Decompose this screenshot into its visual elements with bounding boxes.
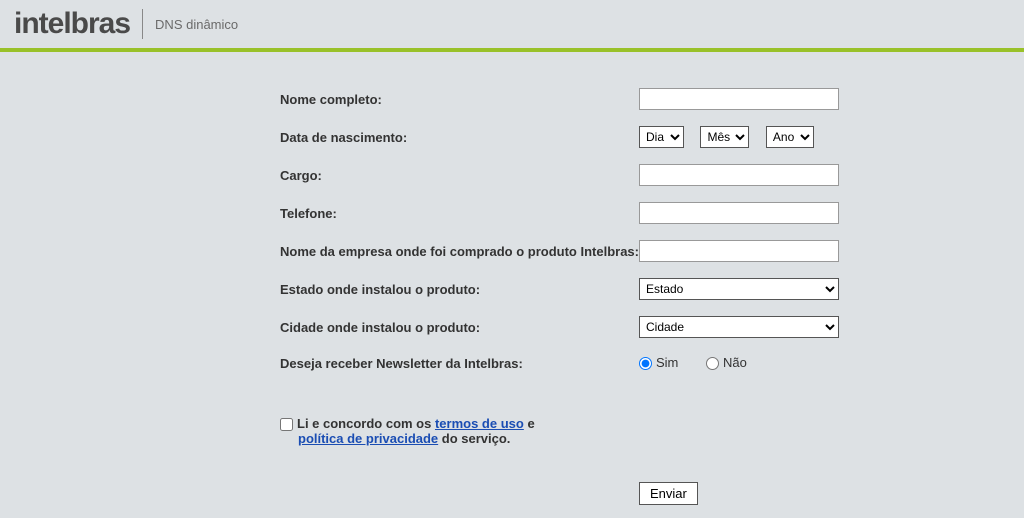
row-agree: Li e concordo com os termos de uso e pol… (280, 384, 839, 450)
label-empresa: Nome da empresa onde foi comprado o prod… (280, 236, 639, 266)
input-cargo[interactable] (639, 164, 839, 186)
label-nome: Nome completo: (280, 84, 639, 114)
checkbox-agree[interactable] (280, 418, 293, 431)
divider (142, 9, 143, 39)
radio-label-sim[interactable]: Sim (639, 355, 678, 370)
row-telefone: Telefone: (280, 198, 839, 228)
logo: intelbras (14, 7, 130, 41)
label-telefone: Telefone: (280, 198, 639, 228)
input-nome-completo[interactable] (639, 88, 839, 110)
link-politica-privacidade[interactable]: política de privacidade (298, 431, 438, 446)
row-cidade: Cidade onde instalou o produto: Cidade (280, 312, 839, 342)
row-submit: Enviar (280, 458, 839, 509)
label-cargo: Cargo: (280, 160, 639, 190)
radio-text-sim: Sim (656, 355, 678, 370)
row-estado: Estado onde instalou o produto: Estado (280, 274, 839, 304)
row-data-nascimento: Data de nascimento: Dia Mês Ano (280, 122, 839, 152)
row-cargo: Cargo: (280, 160, 839, 190)
link-termos-de-uso[interactable]: termos de uso (435, 416, 524, 431)
form-area: Nome completo: Data de nascimento: Dia M… (0, 52, 1024, 517)
label-estado: Estado onde instalou o produto: (280, 274, 639, 304)
row-nome: Nome completo: (280, 84, 839, 114)
agree-prefix: Li e concordo com os (297, 416, 435, 431)
radio-nao[interactable] (706, 357, 719, 370)
header: intelbras DNS dinâmico (0, 0, 1024, 52)
select-mes[interactable]: Mês (700, 126, 749, 148)
radio-label-nao[interactable]: Não (706, 355, 747, 370)
agree-middle: e (524, 416, 535, 431)
input-empresa[interactable] (639, 240, 839, 262)
label-data-nascimento: Data de nascimento: (280, 122, 639, 152)
form-table: Nome completo: Data de nascimento: Dia M… (280, 76, 839, 517)
input-telefone[interactable] (639, 202, 839, 224)
row-newsletter: Deseja receber Newsletter da Intelbras: … (280, 350, 839, 376)
agree-suffix: do serviço. (438, 431, 510, 446)
radio-group-newsletter: Sim Não (639, 355, 771, 370)
submit-button[interactable]: Enviar (639, 482, 698, 505)
select-dia[interactable]: Dia (639, 126, 684, 148)
agree-cell: Li e concordo com os termos de uso e pol… (280, 384, 839, 450)
label-cidade: Cidade onde instalou o produto: (280, 312, 639, 342)
select-cidade[interactable]: Cidade (639, 316, 839, 338)
row-empresa: Nome da empresa onde foi comprado o prod… (280, 236, 839, 266)
radio-text-nao: Não (723, 355, 747, 370)
header-subtitle: DNS dinâmico (155, 17, 238, 32)
select-ano[interactable]: Ano (766, 126, 814, 148)
label-newsletter: Deseja receber Newsletter da Intelbras: (280, 350, 639, 376)
radio-sim[interactable] (639, 357, 652, 370)
select-estado[interactable]: Estado (639, 278, 839, 300)
